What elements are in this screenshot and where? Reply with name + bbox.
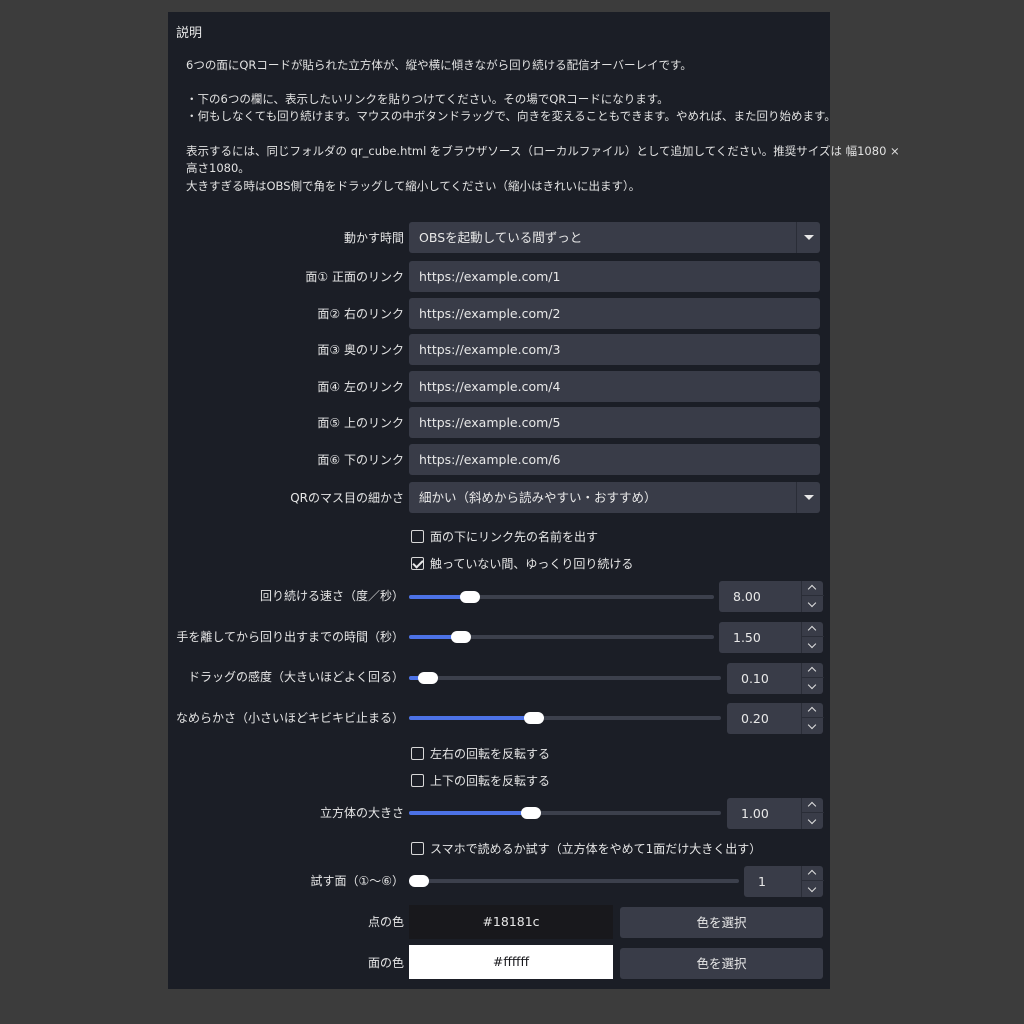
cube-size-slider[interactable]: [409, 805, 721, 821]
face-color-pick-button[interactable]: 色を選択: [620, 948, 823, 979]
drag-sensitivity-spinbox[interactable]: 0.10: [727, 663, 824, 694]
spinbox-value: 0.10: [741, 671, 769, 686]
face-color-label: 面の色: [367, 956, 404, 970]
checkbox-invert-vertical[interactable]: 上下の回転を反転する: [411, 772, 550, 789]
spin-down-icon[interactable]: [802, 597, 824, 612]
checkbox-show-link-name[interactable]: 面の下にリンク先の名前を出す: [411, 528, 598, 545]
resume-delay-slider[interactable]: [409, 629, 714, 645]
run-time-select[interactable]: OBSを起動している間ずっと: [409, 222, 820, 253]
resume-delay-label: 手を離してから回り出すまでの時間（秒）: [176, 630, 404, 644]
spinbox-value: 8.00: [733, 589, 761, 604]
spin-down-icon[interactable]: [802, 814, 824, 829]
slider-handle[interactable]: [460, 591, 480, 603]
description-line: ・下の6つの欄に、表示したいリンクを貼りつけてください。その場でQRコードになり…: [186, 92, 669, 106]
slider-fill: [409, 716, 534, 720]
test-face-spinbox[interactable]: 1: [744, 866, 824, 897]
checkbox-box[interactable]: [411, 530, 424, 543]
spin-up-icon[interactable]: [802, 703, 824, 718]
spinbox-value: 1.50: [733, 630, 761, 645]
qr-grid-label: QRのマス目の細かさ: [290, 491, 404, 505]
face-1-link-input[interactable]: https://example.com/1: [409, 261, 820, 292]
slider-handle[interactable]: [418, 672, 438, 684]
smoothness-slider[interactable]: [409, 710, 721, 726]
checkbox-invert-horizontal[interactable]: 左右の回転を反転する: [411, 745, 550, 762]
slider-fill: [409, 811, 531, 815]
spin-down-icon[interactable]: [802, 679, 824, 694]
run-time-value: OBSを起動している間ずっと: [419, 230, 583, 245]
face-2-link-input[interactable]: https://example.com/2: [409, 298, 820, 329]
face-6-link-input[interactable]: https://example.com/6: [409, 444, 820, 475]
face-1-label: 面① 正面のリンク: [305, 270, 404, 284]
description-line: 6つの面にQRコードが貼られた立方体が、縦や横に傾きながら回り続ける配信オーバー…: [186, 58, 692, 72]
drag-sensitivity-slider[interactable]: [409, 670, 721, 686]
run-time-label: 動かす時間: [343, 231, 404, 245]
checkbox-label: 触っていない間、ゆっくり回り続ける: [430, 557, 634, 571]
slider-handle[interactable]: [521, 807, 541, 819]
face-color-swatch: #ffffff: [409, 945, 613, 979]
face-4-label: 面④ 左のリンク: [317, 380, 404, 394]
face-5-link-input[interactable]: https://example.com/5: [409, 407, 820, 438]
chevron-down-icon[interactable]: [796, 482, 820, 513]
cube-size-label: 立方体の大きさ: [319, 806, 404, 820]
chevron-down-icon[interactable]: [796, 222, 820, 253]
checkbox-phone-test[interactable]: スマホで読めるか試す（立方体をやめて1面だけ大きく出す）: [411, 840, 761, 857]
dot-color-label: 点の色: [367, 915, 404, 929]
spin-up-icon[interactable]: [802, 663, 824, 678]
spinbox-value: 1.00: [741, 806, 769, 821]
checkbox-box[interactable]: [411, 842, 424, 855]
slider-handle[interactable]: [451, 631, 471, 643]
slider-handle[interactable]: [524, 712, 544, 724]
description-line: 表示するには、同じフォルダの qr_cube.html をブラウザソース（ローカ…: [186, 144, 900, 158]
rotate-speed-slider[interactable]: [409, 589, 714, 605]
checkbox-box[interactable]: [411, 774, 424, 787]
test-face-label: 試す面（①〜⑥）: [310, 874, 404, 888]
face-3-label: 面③ 奥のリンク: [317, 343, 404, 357]
dot-color-swatch: #18181c: [409, 905, 613, 939]
spin-up-icon[interactable]: [802, 866, 824, 881]
spin-down-icon[interactable]: [802, 719, 824, 734]
face-3-link-input[interactable]: https://example.com/3: [409, 334, 820, 365]
test-face-slider[interactable]: [409, 873, 739, 889]
qr-grid-select[interactable]: 細かい（斜めから読みやすい・おすすめ）: [409, 482, 820, 513]
spin-up-icon[interactable]: [802, 622, 824, 637]
checkbox-label: 上下の回転を反転する: [430, 774, 551, 788]
slider-handle[interactable]: [409, 875, 429, 887]
spinbox-value: 1: [758, 874, 766, 889]
checkbox-label: 面の下にリンク先の名前を出す: [430, 530, 599, 544]
spinbox-value: 0.20: [741, 711, 769, 726]
spin-down-icon[interactable]: [802, 882, 824, 897]
spin-up-icon[interactable]: [802, 798, 824, 813]
face-6-label: 面⑥ 下のリンク: [317, 453, 404, 467]
spin-down-icon[interactable]: [802, 638, 824, 653]
resume-delay-spinbox[interactable]: 1.50: [719, 622, 824, 653]
rotate-speed-spinbox[interactable]: 8.00: [719, 581, 824, 612]
drag-sensitivity-label: ドラッグの感度（大きいほどよく回る）: [187, 670, 404, 684]
description-line: 大きすぎる時はOBS側で角をドラッグして縮小してください（縮小はきれいに出ます）…: [186, 179, 641, 193]
description-line: ・何もしなくても回り続けます。マウスの中ボタンドラッグで、向きを変えることもでき…: [186, 109, 836, 123]
dot-color-pick-button[interactable]: 色を選択: [620, 907, 823, 938]
spin-up-icon[interactable]: [802, 581, 824, 596]
face-5-label: 面⑤ 上のリンク: [317, 416, 404, 430]
section-title: 説明: [176, 26, 203, 41]
face-2-label: 面② 右のリンク: [317, 307, 404, 321]
qr-grid-value: 細かい（斜めから読みやすい・おすすめ）: [419, 490, 657, 505]
checkbox-idle-rotate[interactable]: 触っていない間、ゆっくり回り続ける: [411, 555, 633, 572]
face-4-link-input[interactable]: https://example.com/4: [409, 371, 820, 402]
smoothness-spinbox[interactable]: 0.20: [727, 703, 824, 734]
checkbox-label: スマホで読めるか試す（立方体をやめて1面だけ大きく出す）: [430, 842, 762, 856]
description-line: 高さ1080。: [186, 161, 250, 175]
checkbox-label: 左右の回転を反転する: [430, 747, 551, 761]
checkbox-box[interactable]: [411, 747, 424, 760]
smoothness-label: なめらかさ（小さいほどキビキビ止まる）: [175, 711, 404, 725]
rotate-speed-label: 回り続ける速さ（度／秒）: [259, 589, 404, 603]
cube-size-spinbox[interactable]: 1.00: [727, 798, 824, 829]
checkbox-box[interactable]: [411, 557, 424, 570]
